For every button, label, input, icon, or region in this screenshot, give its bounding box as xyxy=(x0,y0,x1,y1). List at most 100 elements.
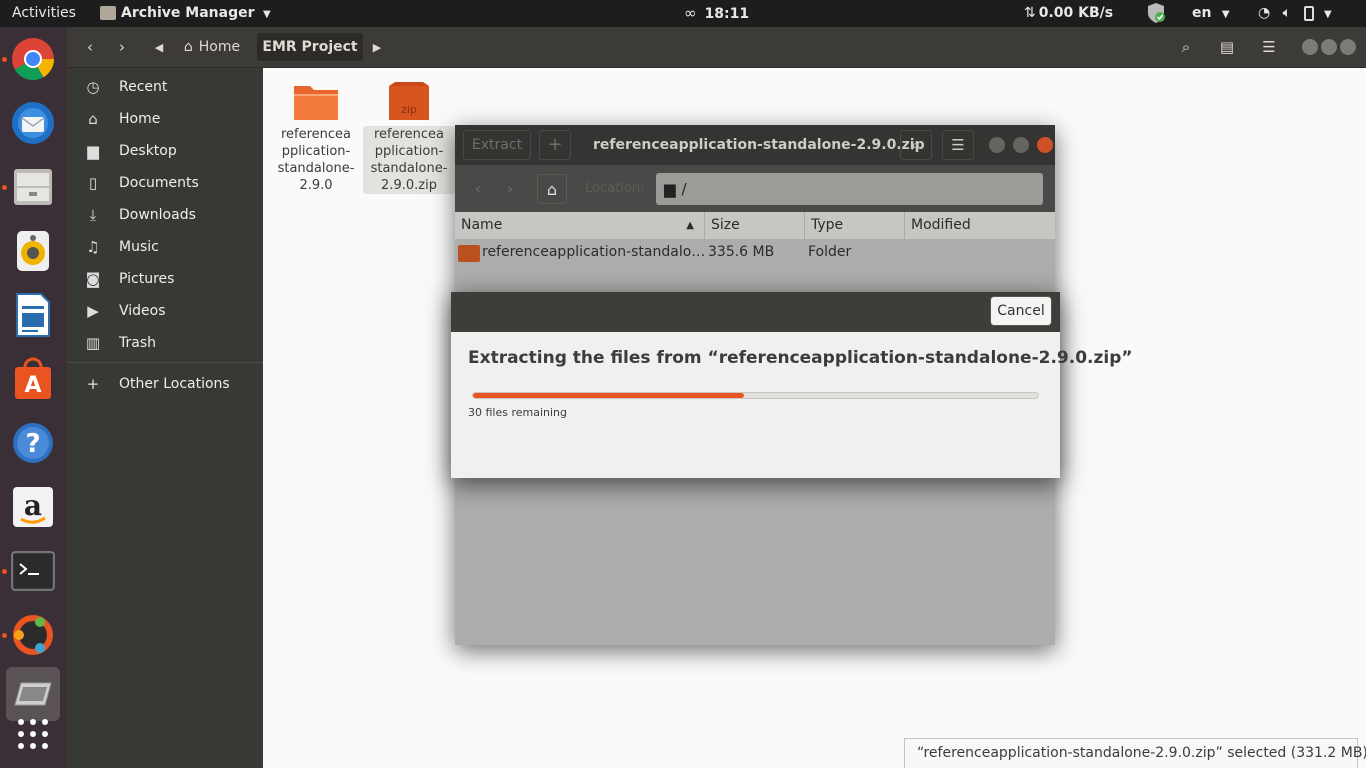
download-icon: ⤓ xyxy=(89,206,97,224)
sidebar-item-pictures[interactable]: ◙ Pictures xyxy=(67,263,263,295)
clock-icon: ◷ xyxy=(86,78,100,96)
minimize-icon[interactable] xyxy=(989,137,1005,153)
sidebar-item-documents[interactable]: ▯ Documents xyxy=(67,167,263,199)
svg-text:A: A xyxy=(24,373,41,398)
path-current[interactable]: EMR Project xyxy=(257,33,363,61)
rhythmbox-icon[interactable] xyxy=(6,224,60,278)
sidebar-item-downloads[interactable]: ⤓ Downloads xyxy=(67,199,263,231)
sort-up-icon: ▲ xyxy=(686,220,694,231)
ubuntu-icon[interactable] xyxy=(6,608,60,662)
file-name-line: standalone- xyxy=(277,161,355,176)
files-icon[interactable] xyxy=(6,160,60,214)
progress-bar xyxy=(472,392,1039,399)
terminal-icon[interactable] xyxy=(6,544,60,598)
folder-icon: ▆ xyxy=(664,180,676,198)
archive-headerbar: Extract + referenceapplication-standalon… xyxy=(455,125,1055,165)
chevron-left-icon: ‹ xyxy=(474,179,482,198)
caret-left-icon: ◀ xyxy=(154,40,164,54)
language-menu[interactable]: en ▼ xyxy=(1192,0,1230,27)
sidebar-item-label: Downloads xyxy=(119,207,196,223)
running-indicator xyxy=(2,569,7,574)
close-icon[interactable] xyxy=(1037,137,1054,153)
column-name[interactable]: Name ▲ xyxy=(455,212,705,239)
back-button[interactable]: ‹ xyxy=(75,33,105,61)
shield-icon[interactable] xyxy=(1146,0,1166,27)
sidebar-item-label: Documents xyxy=(119,175,199,191)
sidebar-item-music[interactable]: ♫ Music xyxy=(67,231,263,263)
menu-button[interactable]: ☰ xyxy=(942,130,974,160)
window-controls xyxy=(989,137,1054,157)
zip-badge: zip xyxy=(401,103,417,116)
search-button[interactable]: ⌕ xyxy=(900,130,932,160)
writer-icon[interactable] xyxy=(6,288,60,342)
clock-time: 18:11 xyxy=(704,6,750,22)
amazon-icon[interactable]: a xyxy=(6,480,60,534)
sidebar-item-videos[interactable]: ▶ Videos xyxy=(67,295,263,327)
path-scroll-right[interactable]: ▶ xyxy=(369,33,385,61)
activities-button[interactable]: Activities xyxy=(12,0,76,27)
column-modified[interactable]: Modified xyxy=(905,212,1055,239)
sidebar-item-other-locations[interactable]: + Other Locations xyxy=(67,368,263,400)
file-name-line: 2.9.0.zip xyxy=(381,178,437,193)
sidebar-item-home[interactable]: ⌂ Home xyxy=(67,103,263,135)
clock[interactable]: ∞ 18:11 xyxy=(684,0,749,27)
selection-status-overlay: “referenceapplication-standalone-2.9.0.z… xyxy=(904,738,1366,768)
video-icon: ▶ xyxy=(87,302,99,320)
column-size[interactable]: Size xyxy=(705,212,805,239)
column-modified-label: Modified xyxy=(911,217,971,233)
chrome-icon[interactable] xyxy=(6,32,60,86)
column-size-label: Size xyxy=(711,217,740,233)
forward-button[interactable]: › xyxy=(495,174,525,204)
files-headerbar: ‹ › ◀ ⌂ Home EMR Project ▶ ⌕ ▤ ☰ xyxy=(67,27,1366,68)
forward-button[interactable]: › xyxy=(107,33,137,61)
extract-progress-dialog: Cancel Extracting the files from “refere… xyxy=(451,292,1133,478)
sidebar-item-label: Pictures xyxy=(119,271,175,287)
list-view-icon: ▤ xyxy=(1219,38,1235,56)
dialog-title: Extracting the files from “referenceappl… xyxy=(468,348,1133,368)
sidebar-item-desktop[interactable]: ▆ Desktop xyxy=(67,135,263,167)
volume-icon: 🔈︎ xyxy=(1282,5,1292,21)
software-icon[interactable]: A xyxy=(6,352,60,406)
help-icon[interactable]: ? xyxy=(6,416,60,470)
search-button[interactable]: ⌕ xyxy=(1170,33,1202,61)
app-menu[interactable]: Archive Manager ▼ xyxy=(100,0,271,27)
maximize-icon[interactable] xyxy=(1013,137,1030,153)
hamburger-icon: ☰ xyxy=(951,136,965,154)
folder-icon: ▆ xyxy=(87,142,99,160)
net-speed-indicator[interactable]: ⇅ 0.00 KB/s xyxy=(1024,0,1113,27)
music-icon: ♫ xyxy=(86,238,100,256)
back-button[interactable]: ‹ xyxy=(463,174,493,204)
path-home[interactable]: ⌂ Home xyxy=(171,33,253,61)
location-field[interactable]: ▆ / xyxy=(656,173,1043,205)
running-indicator xyxy=(2,633,7,638)
cancel-button[interactable]: Cancel xyxy=(990,296,1052,326)
hamburger-icon: ☰ xyxy=(1262,38,1276,56)
minimize-icon[interactable] xyxy=(1302,39,1318,55)
table-row[interactable]: referenceapplication-standalo… 335.6 MB … xyxy=(455,239,1055,266)
menu-button[interactable]: ☰ xyxy=(1253,33,1285,61)
sidebar-item-label: Videos xyxy=(119,303,166,319)
home-button[interactable]: ⌂ xyxy=(537,174,567,204)
trash-icon: ▥ xyxy=(85,334,101,352)
file-name-selected: referencea pplication- standalone- 2.9.0… xyxy=(363,126,455,194)
extract-button[interactable]: Extract xyxy=(463,130,531,160)
close-icon[interactable] xyxy=(1340,39,1356,55)
path-scroll-left[interactable]: ◀ xyxy=(151,33,167,61)
row-name: referenceapplication-standalo… xyxy=(482,244,706,260)
system-menu[interactable]: ◔ 🔈︎ ▼ xyxy=(1258,0,1332,27)
maximize-icon[interactable] xyxy=(1321,39,1337,55)
view-toggle-button[interactable]: ▤ xyxy=(1211,33,1243,61)
column-type[interactable]: Type xyxy=(805,212,905,239)
path-home-label: Home xyxy=(198,39,241,55)
thunderbird-icon[interactable] xyxy=(6,96,60,150)
folder-icon xyxy=(458,245,480,262)
add-files-button[interactable]: + xyxy=(539,130,571,160)
sidebar-item-trash[interactable]: ▥ Trash xyxy=(67,327,263,359)
sidebar-item-label: Trash xyxy=(119,335,156,351)
column-headers: Name ▲ Size Type Modified xyxy=(455,212,1055,239)
window-controls xyxy=(1301,33,1357,61)
sidebar-item-recent[interactable]: ◷ Recent xyxy=(67,71,263,103)
apps-grid-icon[interactable] xyxy=(6,707,60,761)
file-item-zip[interactable]: zip referencea pplication- standalone- 2… xyxy=(363,80,455,194)
file-item-folder[interactable]: referencea pplication- standalone- 2.9.0 xyxy=(270,80,362,194)
